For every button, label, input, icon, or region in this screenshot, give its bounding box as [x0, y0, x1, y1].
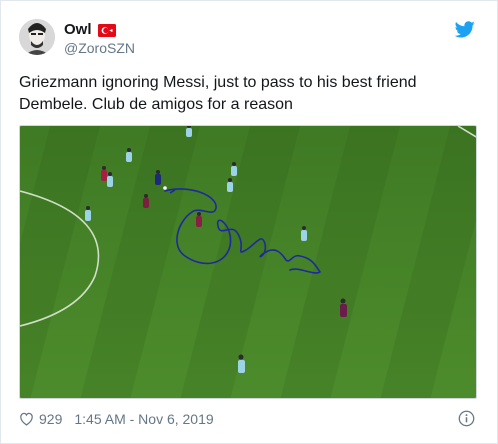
info-icon[interactable]	[458, 410, 475, 427]
tweet-text: Griezmann ignoring Messi, just to pass t…	[19, 72, 479, 116]
author-handle[interactable]: @ZoroSZN	[64, 40, 135, 57]
avatar-image	[19, 19, 55, 55]
author-name-row[interactable]: Owl	[64, 21, 116, 39]
football-pitch-image	[20, 126, 476, 398]
tweet-timestamp[interactable]: 1:45 AM - Nov 6, 2019	[74, 411, 213, 427]
author-name[interactable]: Owl	[64, 21, 92, 39]
ball	[163, 186, 167, 190]
tweet-footer: 929 1:45 AM - Nov 6, 2019	[19, 410, 479, 428]
twitter-bird-icon[interactable]	[455, 21, 475, 38]
like-count[interactable]: 929	[39, 411, 62, 427]
tweet-card[interactable]: Owl @ZoroSZN Griezmann ignoring Messi, j…	[0, 0, 498, 444]
tweet-text-line-1: Griezmann ignoring Messi, just to pass t…	[19, 74, 417, 91]
tweet-text-line-2: Dembele. Club de amigos for a reason	[19, 96, 293, 113]
avatar[interactable]	[19, 19, 55, 55]
tweet-media-image[interactable]	[19, 125, 477, 399]
turkey-flag-icon	[97, 23, 116, 37]
heart-icon[interactable]	[19, 412, 34, 426]
